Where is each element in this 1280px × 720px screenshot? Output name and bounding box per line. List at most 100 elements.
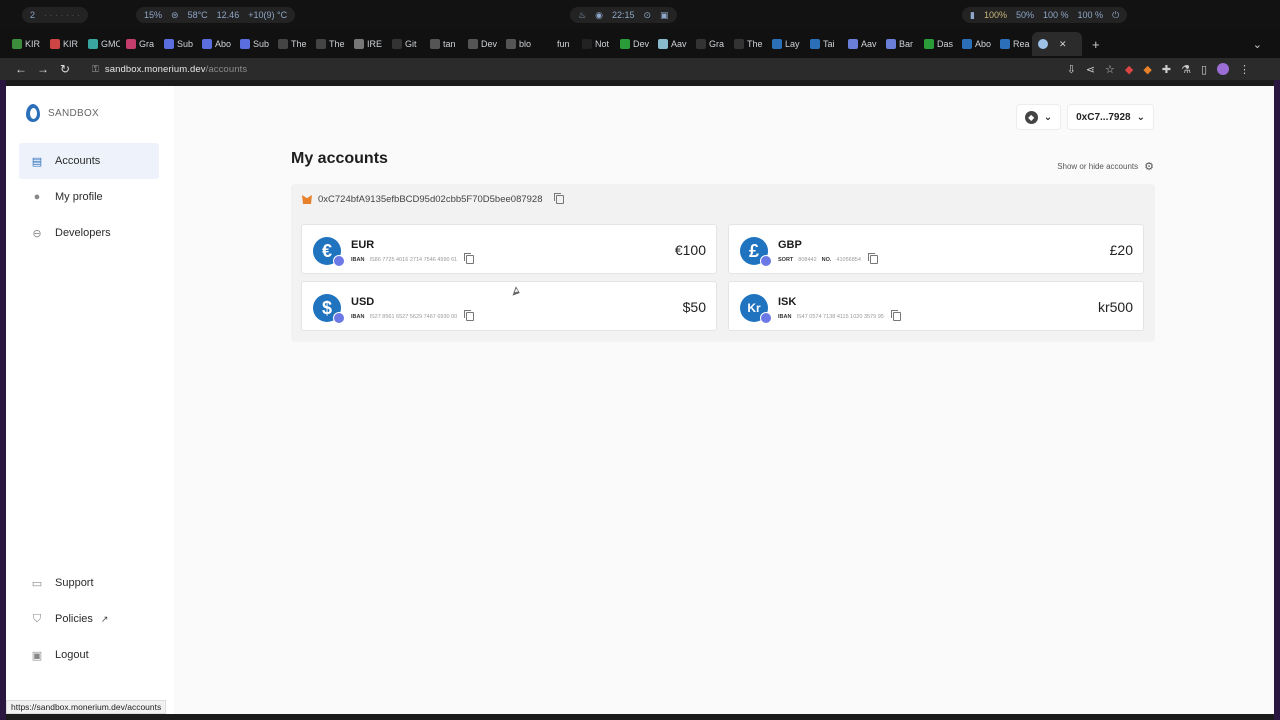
- browser-tab[interactable]: Sub: [158, 32, 196, 56]
- workspace-number[interactable]: 2: [30, 10, 35, 20]
- flask-icon[interactable]: ⚗: [1181, 63, 1191, 76]
- tab-label: KIR: [63, 39, 79, 49]
- url-field[interactable]: sandbox.monerium.dev/accounts: [105, 64, 247, 75]
- sidebar-item-developers[interactable]: ⊖ Developers: [19, 215, 159, 251]
- currency-code: ISK: [778, 296, 797, 308]
- account-identifier: IBAN IS86 7725 4016 2714 7546 4990 61: [351, 253, 475, 264]
- extension-icon[interactable]: ◆: [1125, 63, 1133, 76]
- sidebar-item-my-profile[interactable]: ● My profile: [19, 179, 159, 215]
- account-card-usd[interactable]: $ USD IBAN IS27 8561 6527 5629 7467 6930…: [301, 281, 717, 331]
- sidebar-item-policies[interactable]: ⛉ Policies ↗: [19, 601, 159, 637]
- browser-tab[interactable]: IRE: [348, 32, 386, 56]
- puzzle-icon[interactable]: ✚: [1162, 63, 1171, 76]
- back-icon[interactable]: ←: [10, 62, 32, 76]
- wallet-selector[interactable]: 0xC7...7928 ⌄: [1067, 104, 1154, 130]
- browser-tab[interactable]: Dev: [462, 32, 500, 56]
- browser-tab[interactable]: KIR: [6, 32, 44, 56]
- profile-avatar[interactable]: [1217, 63, 1229, 75]
- iban-value: IS47 0574 7138 4115 1020 3579 95: [796, 313, 884, 320]
- browser-tab-active[interactable]: ✕: [1032, 32, 1082, 56]
- browser-tab[interactable]: Dev: [614, 32, 652, 56]
- browser-tab[interactable]: fun: [538, 32, 576, 56]
- tab-label: IRE: [367, 39, 383, 49]
- power-icon[interactable]: ⏻: [1112, 10, 1119, 21]
- account-card-gbp[interactable]: £ GBP SORT 808442 NO. 41056854 £20: [728, 224, 1144, 274]
- chevron-down-icon: ⌄: [1043, 111, 1053, 123]
- tab-list-icon[interactable]: ⌄: [1253, 38, 1262, 51]
- browser-tab[interactable]: Sub: [234, 32, 272, 56]
- link-status-url: https://sandbox.monerium.dev/accounts: [6, 700, 167, 714]
- browser-tab[interactable]: Gra: [690, 32, 728, 56]
- sidebar-item-label: My profile: [55, 191, 103, 203]
- browser-tab[interactable]: tan: [424, 32, 462, 56]
- browser-tab[interactable]: GMO: [82, 32, 120, 56]
- copy-icon[interactable]: [890, 310, 901, 321]
- temperature: 58°C: [187, 10, 208, 20]
- browser-tab[interactable]: Abo: [196, 32, 234, 56]
- brand-logo[interactable]: SANDBOX: [26, 104, 99, 122]
- id-label: IBAN: [351, 256, 365, 263]
- tab-label: The: [747, 39, 763, 49]
- network-selector[interactable]: ◆ ⌄: [1015, 104, 1062, 130]
- forward-icon[interactable]: →: [32, 62, 54, 76]
- accounts-panel: 0xC724bfA9135efbBCD95d02cbb5F70D5bee0879…: [291, 184, 1155, 342]
- copy-icon[interactable]: [554, 193, 565, 204]
- browser-tab[interactable]: The: [272, 32, 310, 56]
- gear-icon[interactable]: ⚙: [1144, 160, 1154, 173]
- sidepanel-icon[interactable]: ▯: [1201, 63, 1207, 76]
- url-path: /accounts: [205, 63, 248, 75]
- tab-favicon-icon: [278, 39, 288, 49]
- copy-icon[interactable]: [464, 253, 475, 264]
- sidebar-item-accounts[interactable]: ▤ Accounts: [19, 143, 159, 179]
- copy-icon[interactable]: [867, 253, 878, 264]
- install-icon[interactable]: ⇩: [1067, 63, 1076, 76]
- share-icon[interactable]: ⋖: [1086, 63, 1095, 76]
- balance: kr500: [1097, 299, 1133, 315]
- browser-tab[interactable]: Git: [386, 32, 424, 56]
- workspace-switcher[interactable]: 2 · · · · · · ·: [22, 7, 88, 23]
- workspace-dots: · · · · · · ·: [44, 10, 80, 20]
- site-info-icon[interactable]: ⚿: [92, 64, 99, 75]
- browser-tab[interactable]: Lay: [766, 32, 804, 56]
- browser-tab[interactable]: Abo: [956, 32, 994, 56]
- toggle-icon: ⊖: [32, 227, 42, 240]
- reload-icon[interactable]: ↻: [54, 62, 76, 76]
- browser-tab[interactable]: Aav: [652, 32, 690, 56]
- tab-favicon-icon: [126, 39, 136, 49]
- system-metrics: 15% ⊜ 58°C 12.46 +10(9) °C: [136, 7, 296, 23]
- signal-strength: 100%: [983, 10, 1007, 20]
- browser-tab[interactable]: The: [728, 32, 766, 56]
- sidebar-item-support[interactable]: ▭ Support: [19, 565, 159, 601]
- browser-tab[interactable]: Gra: [120, 32, 158, 56]
- ethereum-icon: ◆: [1024, 110, 1038, 124]
- account-card-isk[interactable]: Kr ISK IBAN IS47 0574 7138 4115 1020 357…: [728, 281, 1144, 331]
- browser-tab[interactable]: The: [310, 32, 348, 56]
- account-card-eur[interactable]: € EUR IBAN IS86 7725 4016 2714 7546 4990…: [301, 224, 717, 274]
- web-page: SANDBOX ▤ Accounts ● My profile ⊖ Develo…: [6, 86, 1274, 714]
- tab-label: Abo: [975, 39, 992, 49]
- browser-tab[interactable]: Bar: [880, 32, 918, 56]
- id-label: IBAN: [351, 313, 365, 320]
- browser-tab[interactable]: Aav: [842, 32, 880, 56]
- browser-tab[interactable]: Rea: [994, 32, 1032, 56]
- currency-code: USD: [351, 296, 375, 308]
- browser-tab[interactable]: KIR: [44, 32, 82, 56]
- browser-toolbar: ⇩ ⋖ ☆ ◆ ◆ ✚ ⚗ ▯ ⋮: [1067, 63, 1250, 76]
- tab-label: blo: [519, 39, 532, 49]
- show-hide-accounts[interactable]: Show or hide accounts ⚙: [1057, 160, 1154, 173]
- browser-tab[interactable]: Das: [918, 32, 956, 56]
- tab-favicon-icon: [924, 39, 934, 49]
- copy-icon[interactable]: [464, 310, 475, 321]
- close-tab-icon[interactable]: ✕: [1059, 39, 1067, 50]
- browser-tab[interactable]: Tai: [804, 32, 842, 56]
- browser-tab[interactable]: Not: [576, 32, 614, 56]
- tab-favicon-icon: [202, 39, 212, 49]
- menu-icon[interactable]: ⋮: [1239, 63, 1250, 76]
- browser-tab[interactable]: blo: [500, 32, 538, 56]
- browser-tab-bar: KIR KIR GMO Gra Sub Abo Sub The The IRE Git tan Dev b…: [0, 30, 1280, 58]
- bookmark-star-icon[interactable]: ☆: [1105, 63, 1115, 76]
- sidebar-item-logout[interactable]: ▣ Logout: [19, 637, 159, 673]
- flame-icon: ♨: [578, 9, 587, 20]
- metamask-extension-icon[interactable]: ◆: [1143, 63, 1151, 76]
- new-tab-icon[interactable]: +: [1092, 37, 1100, 52]
